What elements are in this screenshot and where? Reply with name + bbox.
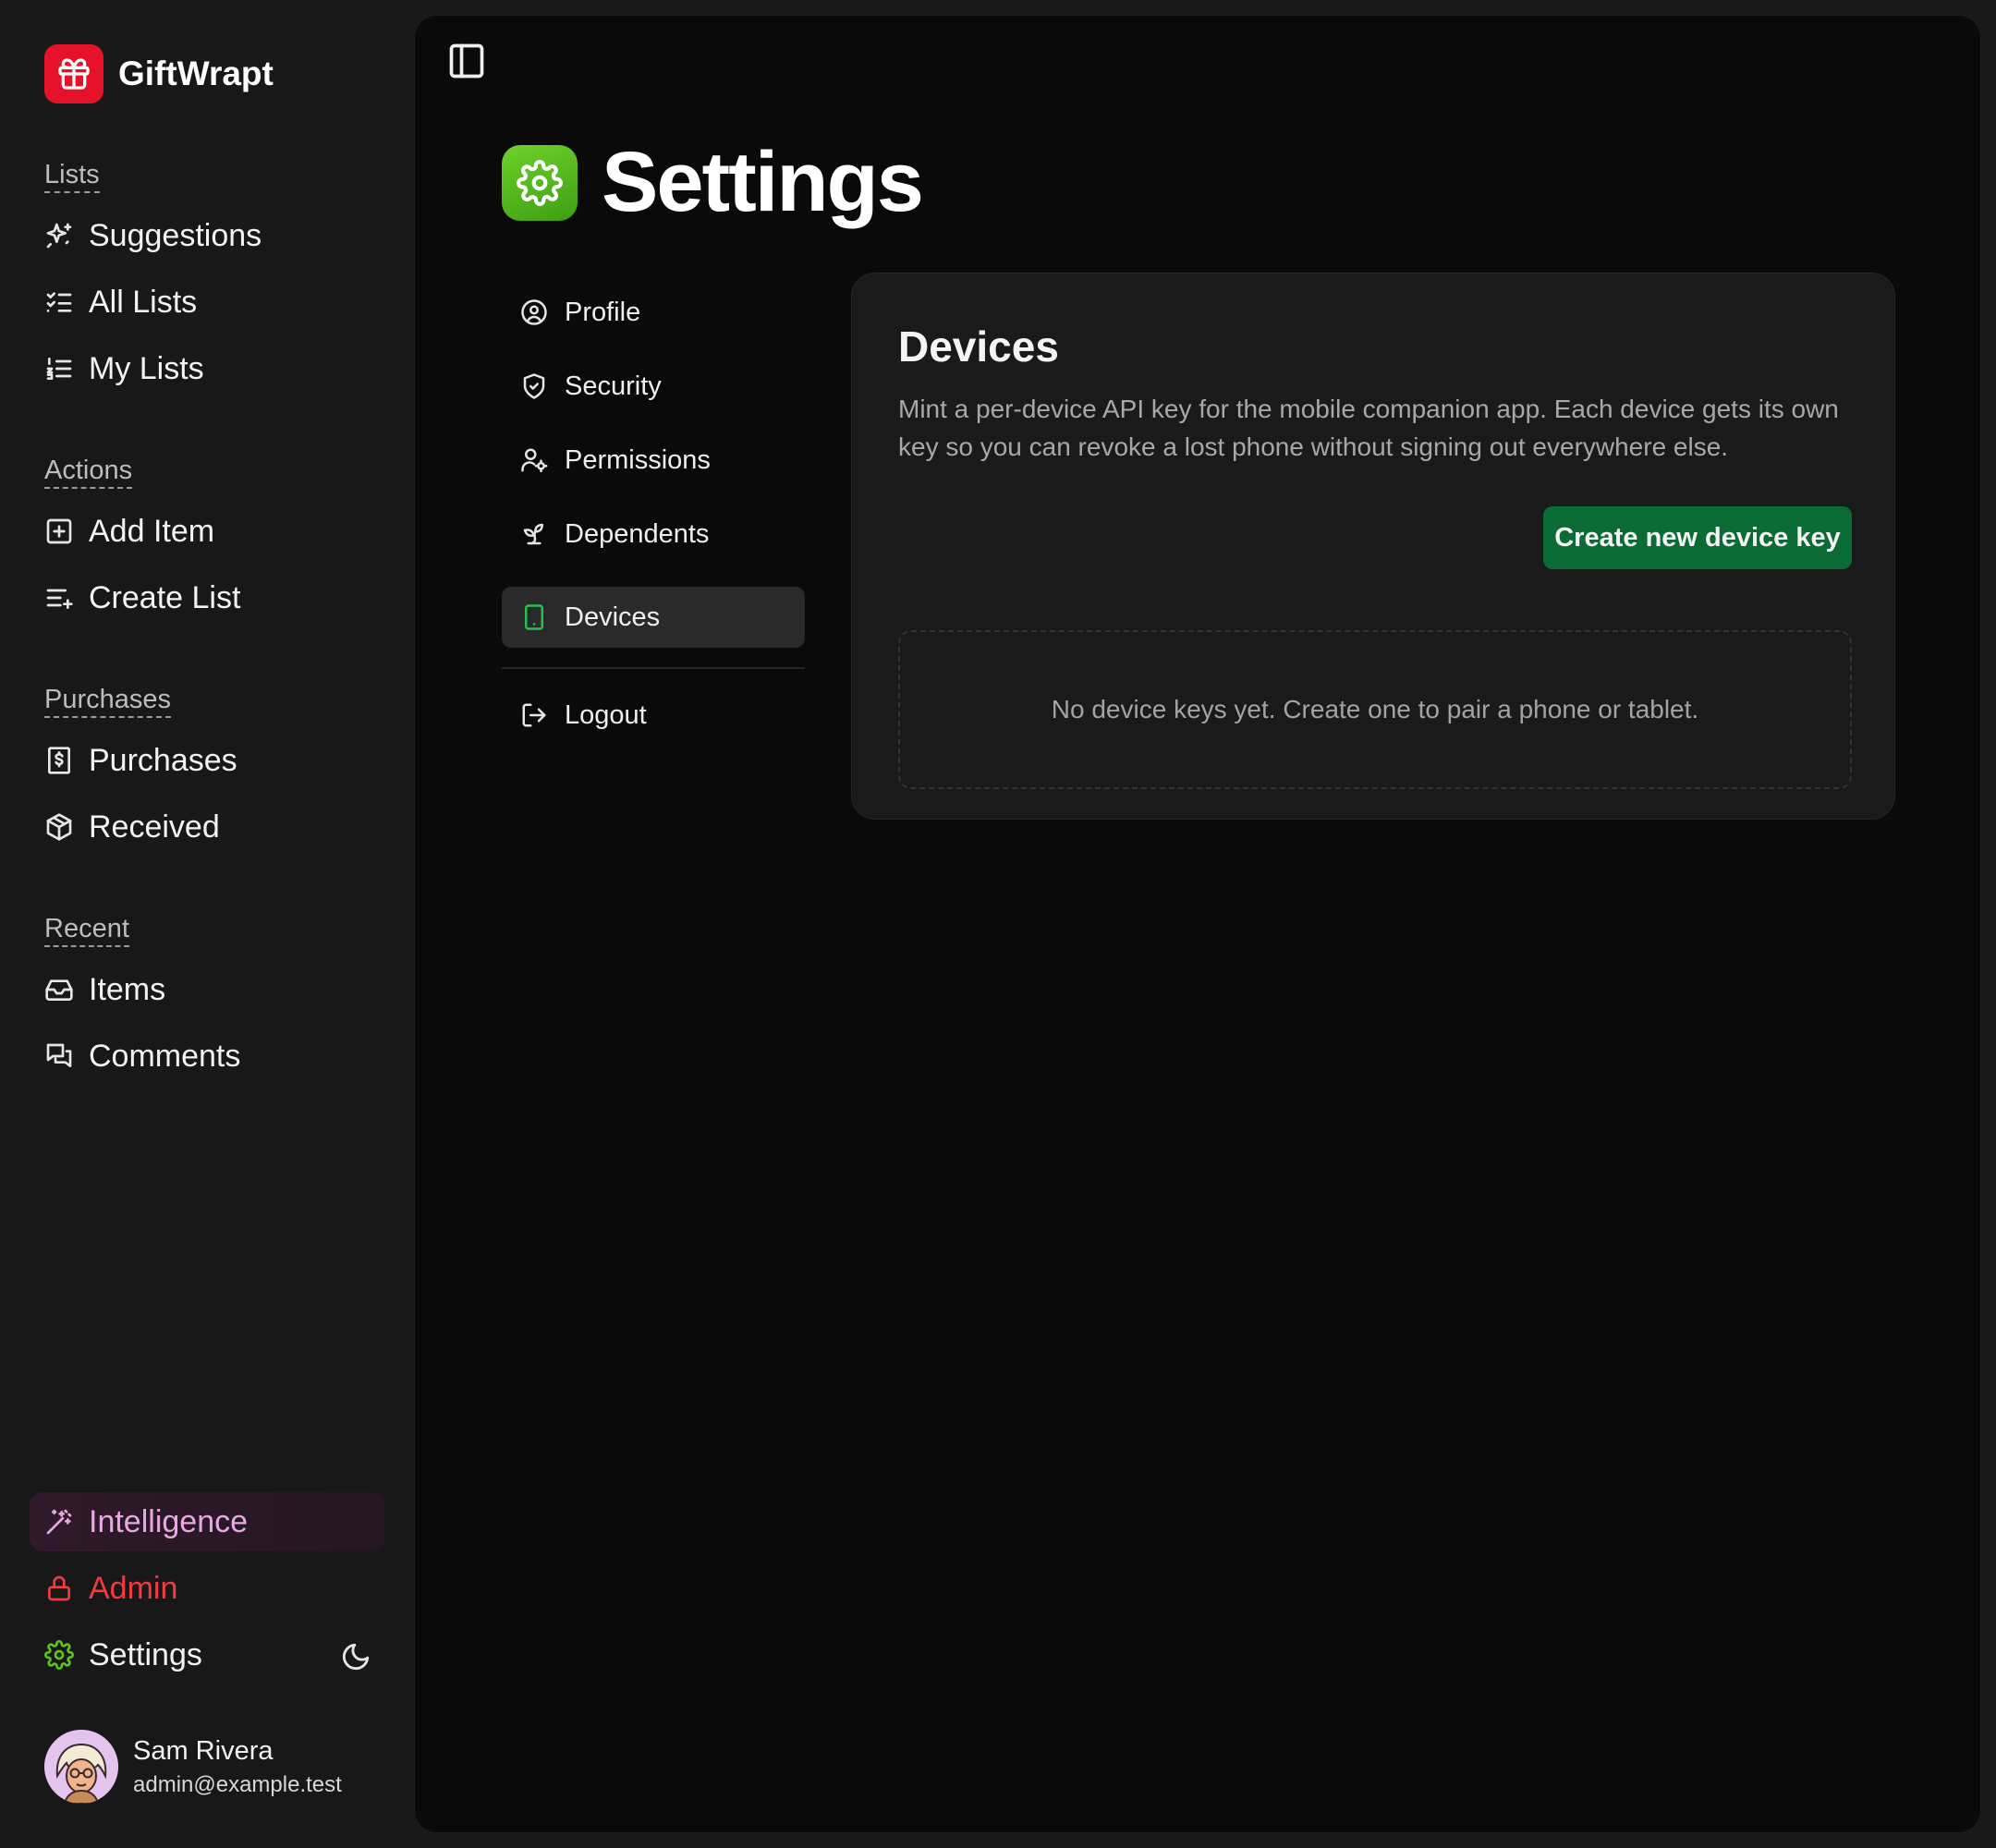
sidebar-item-label: Comments: [89, 1038, 241, 1074]
package-open-icon: [44, 812, 74, 842]
gear-icon: [44, 1640, 74, 1670]
square-plus-icon: [44, 517, 74, 546]
card-description: Mint a per-device API key for the mobile…: [898, 395, 1839, 461]
user-profile[interactable]: Sam Rivera admin@example.test: [44, 1730, 342, 1804]
inbox-icon: [44, 975, 74, 1004]
gift-icon: [44, 44, 103, 103]
messages-icon: [44, 1041, 74, 1071]
sidebar-item-label: Settings: [89, 1636, 202, 1672]
sidebar-item-label: Admin: [89, 1570, 178, 1606]
sidebar-item-label: My Lists: [89, 350, 204, 386]
sidebar-item-label: Suggestions: [89, 217, 262, 253]
settings-nav-divider: [502, 667, 805, 669]
sidebar-item-intelligence[interactable]: Intelligence: [30, 1492, 384, 1551]
user-cog-icon: [520, 446, 548, 474]
sidebar-item-purchases[interactable]: Purchases: [44, 735, 237, 786]
settings-nav-label: Permissions: [565, 444, 711, 475]
panel-left-icon[interactable]: [446, 41, 487, 81]
gear-icon: [502, 144, 578, 221]
section-label-recent: Recent: [44, 914, 129, 947]
sidebar-item-add-item[interactable]: Add Item: [44, 505, 214, 557]
moon-icon[interactable]: [340, 1641, 371, 1672]
sidebar-item-my-lists[interactable]: My Lists: [44, 343, 204, 395]
user-email: admin@example.test: [133, 1771, 342, 1797]
card-title: Devices: [898, 322, 1059, 371]
sidebar-item-settings[interactable]: Settings: [44, 1629, 202, 1681]
magic-wand-icon: [44, 1507, 74, 1537]
sidebar-item-label: Received: [89, 808, 220, 845]
main-panel: Settings Profile Security Permissions De…: [414, 15, 1981, 1833]
sidebar-item-suggestions[interactable]: Suggestions: [44, 210, 262, 261]
user-name: Sam Rivera: [133, 1735, 274, 1766]
app-name: GiftWrapt: [118, 55, 274, 92]
user-circle-icon: [520, 298, 548, 326]
sidebar-item-comments[interactable]: Comments: [44, 1030, 240, 1082]
section-label-lists: Lists: [44, 160, 100, 193]
settings-nav-profile[interactable]: Profile: [502, 282, 805, 343]
settings-nav-permissions[interactable]: Permissions: [502, 430, 805, 491]
settings-nav-label: Devices: [565, 602, 661, 632]
sidebar-item-label: Intelligence: [89, 1503, 249, 1539]
list-ordered-icon: [44, 354, 74, 383]
settings-nav-security[interactable]: Security: [502, 356, 805, 417]
sidebar-item-all-lists[interactable]: All Lists: [44, 276, 197, 328]
sidebar-item-label: Create List: [89, 579, 241, 615]
smartphone-icon: [520, 603, 548, 631]
section-label-purchases: Purchases: [44, 685, 172, 718]
sparkles-icon: [44, 221, 74, 250]
lock-icon: [44, 1574, 74, 1603]
app-sidebar: GiftWrapt Lists Suggestions All Lists My…: [0, 0, 414, 1848]
settings-nav-label: Security: [565, 371, 662, 401]
page-header: Settings: [502, 134, 924, 231]
sidebar-item-label: Items: [89, 971, 166, 1007]
shield-check-icon: [520, 372, 548, 400]
receipt-icon: [44, 746, 74, 775]
sidebar-item-items[interactable]: Items: [44, 964, 165, 1015]
create-device-key-button[interactable]: Create new device key: [1543, 506, 1852, 569]
list-plus-icon: [44, 583, 74, 613]
page-title: Settings: [602, 135, 924, 229]
settings-nav-label: Profile: [565, 297, 641, 327]
avatar: [44, 1730, 118, 1804]
empty-state-text: No device keys yet. Create one to pair a…: [1051, 695, 1699, 723]
sidebar-item-label: All Lists: [89, 284, 198, 320]
logout-button[interactable]: Logout: [502, 685, 805, 746]
sidebar-item-label: Add Item: [89, 513, 215, 549]
settings-nav-label: Dependents: [565, 518, 710, 549]
settings-nav-devices[interactable]: Devices: [502, 587, 805, 648]
sprout-icon: [520, 520, 548, 548]
list-checks-icon: [44, 287, 74, 317]
devices-card: Devices Mint a per-device API key for th…: [851, 273, 1895, 820]
logout-icon: [520, 701, 548, 729]
section-label-actions: Actions: [44, 456, 133, 489]
sidebar-item-admin[interactable]: Admin: [44, 1562, 177, 1614]
logout-label: Logout: [565, 699, 647, 730]
empty-state: No device keys yet. Create one to pair a…: [898, 630, 1852, 789]
sidebar-item-create-list[interactable]: Create List: [44, 572, 240, 624]
sidebar-item-label: Purchases: [89, 742, 237, 778]
sidebar-item-received[interactable]: Received: [44, 801, 220, 853]
brand[interactable]: GiftWrapt: [44, 44, 274, 103]
settings-nav-dependents[interactable]: Dependents: [502, 504, 805, 565]
